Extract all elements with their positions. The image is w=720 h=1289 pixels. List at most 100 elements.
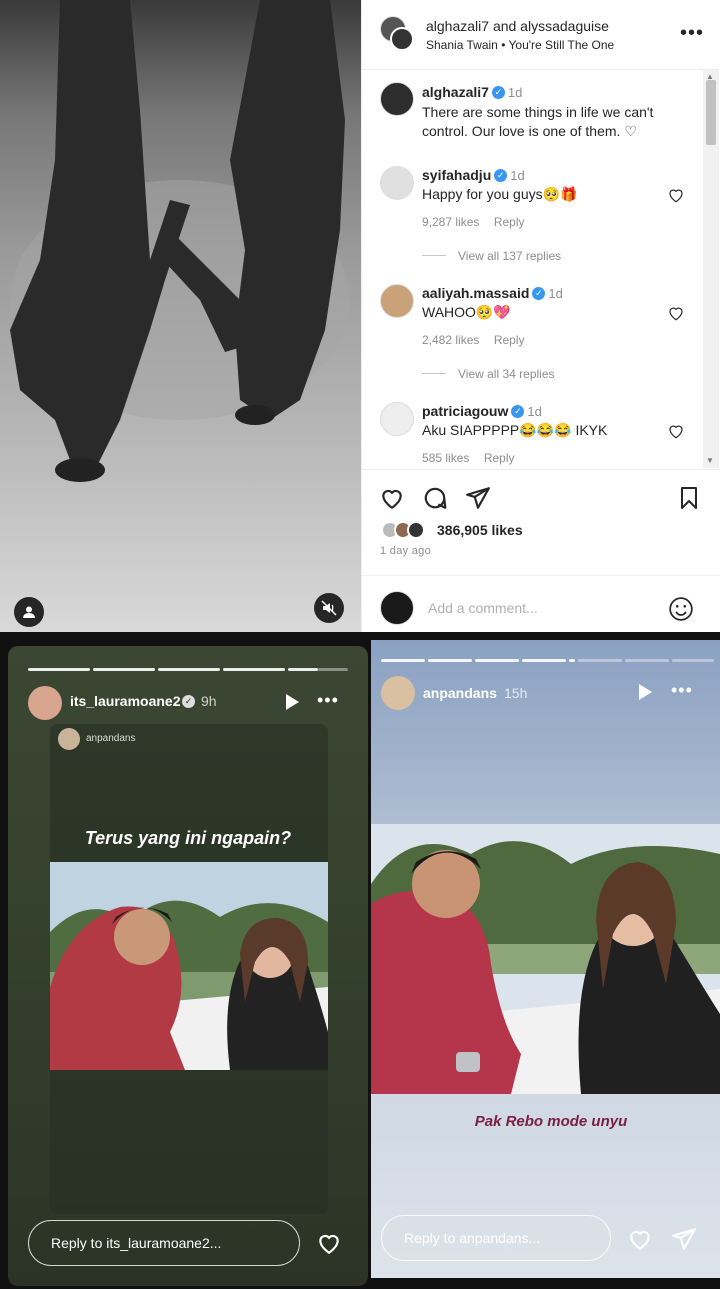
story-progress-segment <box>28 668 90 671</box>
comment-time: 1d <box>527 404 542 419</box>
story-progress-segment <box>522 659 566 662</box>
shared-from-username: anpandans <box>86 733 136 744</box>
story-progress-segment <box>223 668 285 671</box>
scrollbar-thumb[interactable] <box>706 80 716 145</box>
caption-time: 1d <box>507 85 523 100</box>
reply-link[interactable]: Reply <box>494 215 525 229</box>
post-age: 1 day ago <box>380 545 432 557</box>
heart-icon[interactable] <box>316 1230 342 1256</box>
divider <box>362 575 720 576</box>
comment-username[interactable]: syifahadju <box>422 167 491 183</box>
comment-likes[interactable]: 9,287 likes <box>422 215 479 229</box>
instagram-post: alghazali7 and alyssadaguise Shania Twai… <box>0 0 720 632</box>
avatar[interactable] <box>28 686 62 720</box>
comment-text: Aku SIAPPPPP😂😂😂 IKYK <box>422 422 608 438</box>
verified-badge-icon: ✓ <box>491 86 505 100</box>
divider <box>362 469 720 470</box>
heart-icon[interactable] <box>627 1226 653 1252</box>
music-info[interactable]: Shania Twain • You're Still The One <box>426 38 614 52</box>
post-side-panel: alghazali7 and alyssadaguise Shania Twai… <box>361 0 720 632</box>
post-caption: alghazali7 ✓ 1d There are some things in l… <box>422 84 692 141</box>
story-progress-segment <box>288 668 318 671</box>
comment-likes[interactable]: 585 likes <box>422 451 469 465</box>
comment-text: WAHOO🥺💖 <box>422 304 511 320</box>
verified-badge-icon: ✓ <box>494 169 508 183</box>
caption-username[interactable]: alghazali7 <box>422 84 489 100</box>
story-photo <box>50 862 328 1070</box>
comment-username[interactable]: aaliyah.massaid <box>422 285 529 301</box>
reply-link[interactable]: Reply <box>494 333 525 347</box>
story-time: 9h <box>201 693 217 709</box>
heart-icon[interactable] <box>379 485 405 511</box>
scroll-up-icon[interactable]: ▲ <box>706 72 714 81</box>
avatar[interactable] <box>380 402 414 436</box>
story-username[interactable]: its_lauramoane2 <box>70 693 181 709</box>
story-left: its_lauramoane2 ✓ 9h ••• anpandans Terus… <box>8 646 368 1286</box>
heart-icon[interactable] <box>667 304 685 322</box>
comment: aaliyah.massaid ✓ 1d WAHOO🥺💖 2,482 likes R… <box>422 285 692 383</box>
share-icon[interactable] <box>465 485 491 511</box>
avatar <box>380 591 414 625</box>
heart-icon[interactable] <box>667 186 685 204</box>
caption-text: There are some things in life we can't c… <box>422 104 654 139</box>
scroll-down-icon[interactable]: ▼ <box>706 456 714 465</box>
story-progress-segment <box>475 659 519 662</box>
comment-time: 1d <box>548 286 563 301</box>
avatar[interactable] <box>380 284 414 318</box>
comment-icon[interactable] <box>422 485 448 511</box>
story-username[interactable]: anpandans <box>423 685 497 701</box>
story-photo <box>371 824 720 1094</box>
send-icon[interactable] <box>671 1226 697 1252</box>
music-title: You're Still The One <box>508 38 615 52</box>
story-progress-segment <box>158 668 220 671</box>
reflection-silhouettes <box>10 0 350 482</box>
avatar <box>58 728 80 750</box>
reply-input[interactable]: Reply to its_lauramoane2... <box>28 1220 300 1266</box>
story-progress-segment <box>428 659 472 662</box>
story-progress-segment <box>381 659 425 662</box>
likes-count[interactable]: 386,905 likes <box>437 522 523 538</box>
story-progress-segment <box>578 659 622 662</box>
avatar[interactable] <box>380 82 414 116</box>
reply-link[interactable]: Reply <box>484 451 515 465</box>
view-replies-link[interactable]: View all 137 replies <box>458 249 561 263</box>
user-tag-icon[interactable] <box>14 597 44 627</box>
play-icon[interactable] <box>283 692 301 712</box>
reply-input[interactable]: Reply to anpandans... <box>381 1215 611 1261</box>
avatar <box>407 521 425 539</box>
view-replies-link[interactable]: View all 34 replies <box>458 367 555 381</box>
comment-username[interactable]: patriciagouw <box>422 403 508 419</box>
mute-icon[interactable] <box>314 593 344 623</box>
verified-badge-icon: ✓ <box>182 695 195 708</box>
story-progress-segment <box>625 659 669 662</box>
comment-input[interactable]: Add a comment... <box>428 600 538 616</box>
story-caption: Terus yang ini ngapain? <box>84 828 292 848</box>
play-icon[interactable] <box>636 682 654 702</box>
comment-text: Happy for you guys🥺🎁 <box>422 186 578 202</box>
verified-badge-icon: ✓ <box>511 405 525 419</box>
more-icon[interactable]: ••• <box>317 690 339 711</box>
verified-badge-icon: ✓ <box>532 287 546 301</box>
avatar[interactable] <box>390 27 414 51</box>
comment-likes[interactable]: 2,482 likes <box>422 333 479 347</box>
post-header: alghazali7 and alyssadaguise Shania Twai… <box>362 0 720 70</box>
heart-icon[interactable] <box>667 422 685 440</box>
avatar[interactable] <box>380 166 414 200</box>
story-progress-segment <box>569 659 575 662</box>
story-right: anpandans 15h ••• Pak Rebo mode unyu Rep… <box>371 640 720 1278</box>
bookmark-icon[interactable] <box>677 485 701 511</box>
music-artist: Shania Twain <box>426 38 498 52</box>
post-photo[interactable] <box>0 0 361 632</box>
story-caption: Pak Rebo mode unyu <box>474 1113 628 1130</box>
comment: syifahadju ✓ 1d Happy for you guys🥺🎁 9,287… <box>422 167 692 265</box>
emoji-icon[interactable] <box>668 596 694 622</box>
story-progress-segment <box>318 668 348 671</box>
story-progress-segment <box>93 668 155 671</box>
avatar[interactable] <box>381 676 415 710</box>
comment: patriciagouw ✓ 1d Aku SIAPPPPP😂😂😂 IKYK 585… <box>422 403 692 467</box>
post-accounts[interactable]: alghazali7 and alyssadaguise <box>426 18 609 34</box>
story-progress-segment <box>672 659 714 662</box>
story-time: 15h <box>504 685 528 701</box>
more-icon[interactable]: ••• <box>671 680 693 701</box>
more-icon[interactable]: ••• <box>680 22 704 45</box>
